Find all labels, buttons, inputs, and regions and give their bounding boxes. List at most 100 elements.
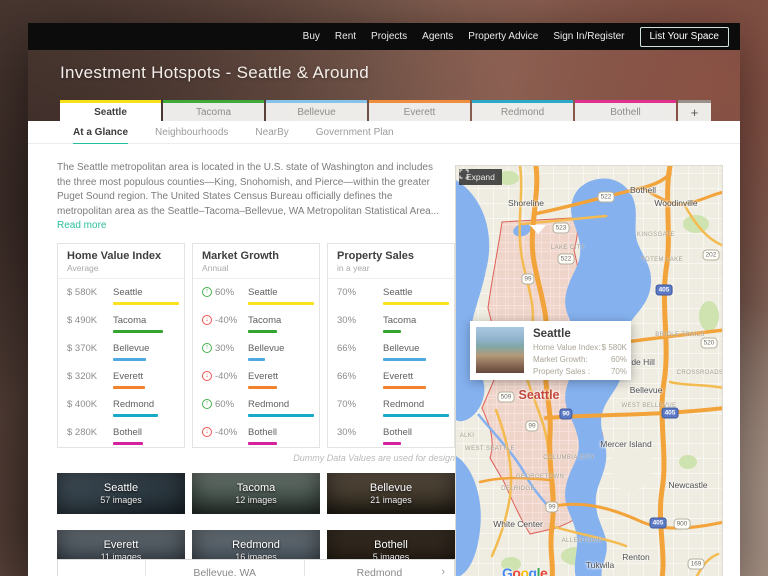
map-label-renton: Renton [622,552,649,562]
gallery-card-tacoma[interactable]: Tacoma12 images [192,473,320,514]
map-label-delridge: DELRIDGE [501,486,535,492]
stat-bar [113,330,163,333]
tab-redmond[interactable]: Redmond [472,100,573,121]
gallery-card-bellevue[interactable]: Bellevue21 images [327,473,455,514]
stat-value: 70% [337,287,356,298]
stat-row-everett: 66% Everett [328,366,454,394]
stat-value-cell: ↓-40% [202,427,242,438]
stat-city-cell: Seattle [107,287,179,305]
topnav-link-sign-in-register[interactable]: Sign In/Register [553,31,624,42]
stat-city-name: Tacoma [113,315,175,326]
road-shield-99: 99 [521,274,534,285]
road-shield-169: 169 [688,559,705,570]
city-compare-bar: Bellevue, WARedmond› [57,559,455,576]
gallery-card-seattle[interactable]: Seattle57 images [57,473,185,514]
stat-value-cell: $ 280K [67,427,107,438]
read-more-link[interactable]: Read more [57,220,106,231]
trend-up-icon: ↑ [202,399,212,409]
tooltip-stat-value: 70% [611,367,627,376]
tooltip-city-photo [476,327,524,373]
stat-row-redmond: ↑60%Redmond [193,394,319,422]
tab-everett[interactable]: Everett [369,100,470,121]
stat-row-redmond: $ 400KRedmond [58,394,184,422]
tab-bellevue[interactable]: Bellevue [266,100,367,121]
stat-city-name: Bellevue [113,343,175,354]
stat-bar [113,414,158,417]
topnav-link-buy[interactable]: Buy [303,31,320,42]
stat-city-name: Tacoma [383,315,445,326]
compare-cell-empty[interactable] [58,560,146,576]
stat-row-bellevue: ↑30%Bellevue [193,338,319,366]
stat-row-bothell: $ 280KBothell [58,422,184,450]
topnav-link-agents[interactable]: Agents [422,31,453,42]
tooltip-stat-row: Home Value Index:$ 580K [533,343,627,352]
expand-label: Expand [466,172,495,182]
stat-rows: $ 580KSeattle$ 490KTacoma$ 370KBellevue$… [58,279,184,450]
stat-bar [383,302,449,305]
gallery-city-name: Bothell [374,539,408,551]
left-column: The Seattle metropolitan area is located… [57,161,455,571]
stat-bar [248,386,277,389]
stat-value: $ 320K [67,371,97,382]
topnav-link-rent[interactable]: Rent [335,31,356,42]
tooltip-stat-row: Market Growth:60% [533,355,627,364]
stat-card-subtitle: in a year [337,263,445,273]
stat-row-seattle: $ 580KSeattle [58,282,184,310]
stat-city-cell: Redmond [107,399,175,417]
gallery-image-count: 21 images [370,495,412,505]
stat-row-bothell: ↓-40% Bothell [193,422,319,450]
compare-cell-bellevue-wa[interactable]: Bellevue, WA [146,560,305,576]
topnav-link-property-advice[interactable]: Property Advice [468,31,538,42]
map-label-bridle-trails: BRIDLE TRAILS [655,332,704,338]
stat-row-redmond: 70%Redmond [328,394,454,422]
stat-city-cell: Bellevue [377,343,445,361]
stat-value: 70% [337,399,356,410]
stat-card-title: Property Sales [337,250,445,262]
stat-city-cell: Bothell [377,427,445,445]
list-your-space-button[interactable]: List Your Space [640,27,730,47]
stat-value-cell: $ 320K [67,371,107,382]
stat-value: 30% [337,315,356,326]
subnav-neighbourhoods[interactable]: Neighbourhoods [155,127,228,138]
tooltip-stat-value: 60% [611,355,627,364]
stat-value: $ 490K [67,315,97,326]
map-panel[interactable]: ShorelineBothellWoodinvilleBellevueMerce… [455,165,723,576]
stat-value-cell: ↓-40% [202,315,242,326]
map-label-crossroads: CROSSROADS [677,370,723,376]
stat-row-seattle: 70%Seattle [328,282,454,310]
subnav-nearby[interactable]: NearBy [255,127,288,138]
map-label-allentown: ALLENTOWN [562,538,603,544]
tooltip-body: Seattle Home Value Index:$ 580KMarket Gr… [533,327,627,374]
tab-tacoma[interactable]: Tacoma [163,100,264,121]
stat-value-cell: 30% [337,315,377,326]
map-label-bothell: Bothell [630,185,656,195]
topnav-link-projects[interactable]: Projects [371,31,407,42]
road-shield-405: 405 [650,518,667,529]
tab-seattle[interactable]: Seattle [60,100,161,121]
stat-card-title: Market Growth [202,250,310,262]
gallery-city-name: Tacoma [237,482,276,494]
stat-city-name: Everett [113,371,175,382]
stat-city-cell: Tacoma [107,315,175,333]
stat-bar [383,414,449,417]
tab-bothell[interactable]: Bothell [575,100,676,121]
map-expand-button[interactable]: Expand [459,169,502,185]
compare-cell-redmond[interactable]: Redmond› [305,560,454,576]
stat-city-name: Bellevue [383,343,445,354]
stat-rows: 70%Seattle 30% Tacoma 66% Bellevue 66% Everett… [328,279,454,450]
road-shield-202: 202 [703,250,720,261]
stat-city-name: Seattle [248,287,314,298]
stat-city-name: Everett [383,371,445,382]
browser-page: Buy Rent Projects Agents Property Advice Sign… [28,23,740,576]
subnav-at-a-glance[interactable]: At a Glance [73,127,128,138]
stat-card-title: Home Value Index [67,250,175,262]
stat-value: 66% [337,371,356,382]
subnav-government-plan[interactable]: Government Plan [316,127,394,138]
stat-city-name: Bothell [248,427,310,438]
trend-up-icon: ↑ [202,343,212,353]
google-logo-letter: o [520,565,528,576]
stat-card-subtitle: Average [67,263,175,273]
map-label-bellevue: Bellevue [630,385,663,395]
stat-bar [248,302,314,305]
add-city-tab[interactable]: + [678,100,711,121]
